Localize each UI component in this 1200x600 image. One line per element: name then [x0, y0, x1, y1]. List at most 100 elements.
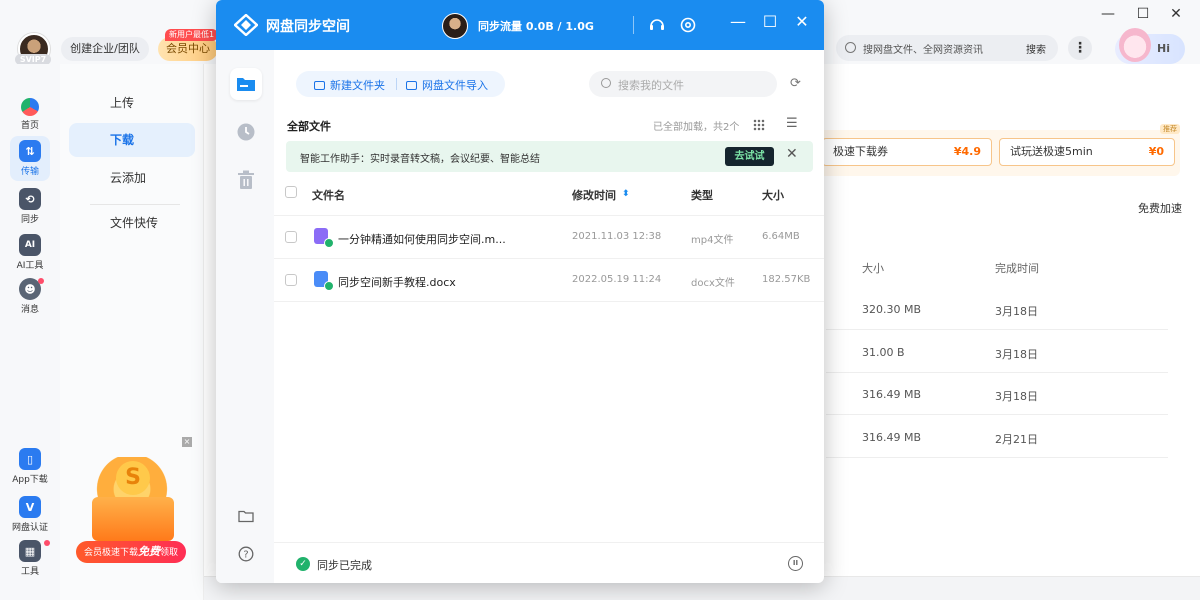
sidebar-item-label: 首页: [20, 121, 39, 131]
import-label: 网盘文件导入: [422, 79, 488, 92]
dialog-sidebar: ?: [216, 50, 274, 583]
promo-claim-button[interactable]: 会员极速下载免费领取: [76, 541, 186, 563]
free-accelerate-link[interactable]: 免费加速: [1138, 200, 1182, 216]
select-all-checkbox[interactable]: [285, 186, 297, 198]
close-button[interactable]: ✕: [791, 12, 813, 31]
synced-check-icon: [324, 238, 334, 248]
grid-view-icon[interactable]: [753, 119, 765, 131]
new-folder-label: 新建文件夹: [330, 79, 385, 92]
transfer-icon: ⇅: [19, 140, 41, 162]
recent-clock-icon[interactable]: [230, 116, 262, 148]
try-button[interactable]: 去试试: [725, 147, 774, 166]
search-icon: [601, 78, 611, 88]
sort-down-icon[interactable]: ⬍: [622, 189, 630, 199]
refresh-icon[interactable]: ⟳: [790, 76, 801, 91]
folder-icon[interactable]: [230, 500, 262, 532]
column-filename[interactable]: 文件名: [312, 187, 345, 203]
search-button[interactable]: 搜索: [1026, 41, 1046, 56]
subnav-quick-transfer[interactable]: 文件快传: [69, 206, 195, 240]
assistant-button[interactable]: Hi: [1115, 28, 1185, 64]
coupon-price: ¥0: [1148, 145, 1164, 158]
divider: [633, 16, 634, 34]
sync-logo-icon: [234, 14, 258, 36]
sidebar-item-ai[interactable]: AI AI工具: [10, 234, 50, 271]
coupon-bar: 极速下载券 ¥4.9 试玩送极速5min ¥0: [818, 130, 1180, 176]
pause-icon[interactable]: II: [788, 556, 803, 571]
file-type: docx文件: [691, 278, 735, 289]
sidebar-item-message[interactable]: ☻ 消息: [10, 278, 50, 315]
banner-close-icon[interactable]: ✕: [786, 146, 798, 162]
sidebar-item-label: AI工具: [16, 261, 44, 271]
new-user-tag: 新用户最低1: [165, 29, 219, 41]
subnav-cloud-add[interactable]: 云添加: [69, 161, 195, 195]
maximize-button[interactable]: ☐: [1133, 6, 1153, 22]
file-row[interactable]: 同步空间新手教程.docx 2022.05.19 11:24 docx文件 18…: [274, 259, 824, 302]
sort-icon[interactable]: ☰: [786, 116, 798, 131]
promo-cta-suffix: 领取: [160, 548, 179, 558]
headset-icon[interactable]: [648, 16, 666, 34]
promo-cta-prefix: 会员极速下载: [83, 548, 138, 558]
coupon-fast-download[interactable]: 极速下载券 ¥4.9: [822, 138, 992, 166]
coupon-trial[interactable]: 试玩送极速5min ¥0: [999, 138, 1175, 166]
file-row[interactable]: 一分钟精通如何使用同步空间.m... 2021.11.03 12:38 mp4文…: [274, 216, 824, 259]
row-checkbox[interactable]: [285, 274, 297, 286]
create-team-button[interactable]: 创建企业/团队: [61, 37, 149, 61]
assistant-banner: 智能工作助手：实时录音转文稿，会议纪要、智能总结 去试试 ✕: [286, 141, 813, 172]
file-search-input[interactable]: 搜索我的文件: [589, 71, 777, 97]
row-size: 31.00 B: [862, 346, 905, 359]
import-icon: [406, 81, 417, 90]
row-size: 316.49 MB: [862, 431, 922, 444]
import-button[interactable]: 网盘文件导入: [406, 77, 488, 93]
coupon-label: 试玩送极速5min: [1010, 145, 1093, 158]
subnav-download[interactable]: 下载: [69, 123, 195, 157]
sidebar-item-verify[interactable]: V 网盘认证: [10, 496, 50, 533]
sync-icon: ⟲: [19, 188, 41, 210]
recommend-tag: 推荐: [1160, 124, 1180, 134]
table-row[interactable]: 31.00 B 3月18日: [826, 330, 1168, 373]
column-type[interactable]: 类型: [691, 187, 713, 203]
avatar[interactable]: [442, 13, 468, 39]
row-date: 3月18日: [995, 348, 1038, 361]
all-files-icon[interactable]: [230, 68, 262, 100]
row-size: 320.30 MB: [862, 303, 922, 316]
sidebar-item-home[interactable]: 首页: [10, 98, 50, 131]
file-time: 2021.11.03 12:38: [572, 231, 662, 242]
new-folder-button[interactable]: 新建文件夹: [314, 77, 385, 93]
more-icon[interactable]: ⋮: [1068, 36, 1092, 60]
table-row[interactable]: 320.30 MB 3月18日: [826, 287, 1168, 330]
column-size: 大小: [862, 262, 884, 275]
maximize-button[interactable]: ☐: [759, 12, 781, 31]
column-size[interactable]: 大小: [762, 187, 784, 203]
help-icon[interactable]: ?: [230, 538, 262, 570]
sidebar-item-tools[interactable]: ▦ 工具: [10, 540, 50, 577]
phone-icon: ▯: [19, 448, 41, 470]
close-button[interactable]: ✕: [1166, 6, 1186, 22]
table-row[interactable]: 316.49 MB 3月18日: [826, 372, 1168, 415]
sync-space-dialog: 网盘同步空间 同步流量 0.0B / 1.0G — ☐ ✕ ? 新建文件夹 网盘…: [216, 0, 824, 583]
trash-icon[interactable]: [230, 164, 262, 196]
search-icon: [845, 42, 856, 53]
row-date: 3月18日: [995, 305, 1038, 318]
target-icon[interactable]: [679, 16, 697, 34]
promo-card[interactable]: × S 会员极速下载免费领取: [74, 437, 192, 567]
minimize-button[interactable]: —: [1098, 6, 1118, 22]
sidebar-item-label: 工具: [20, 567, 39, 577]
global-search-input[interactable]: 搜网盘文件、全网资源资讯 搜索: [836, 35, 1058, 61]
table-row[interactable]: 316.49 MB 2月21日: [826, 415, 1168, 458]
minimize-button[interactable]: —: [727, 12, 749, 31]
breadcrumb[interactable]: 全部文件: [287, 118, 331, 134]
sidebar-item-app-download[interactable]: ▯ App下载: [10, 448, 50, 485]
promo-cta-bold: 免费: [138, 545, 160, 558]
home-icon: [21, 98, 39, 116]
column-modified[interactable]: 修改时间: [572, 187, 616, 203]
sidebar-item-transfer[interactable]: ⇅ 传输: [10, 136, 50, 181]
sidebar-item-label: 传输: [20, 167, 39, 177]
column-finish-time: 完成时间: [995, 262, 1039, 275]
banner-text: 智能工作助手：实时录音转文稿，会议纪要、智能总结: [300, 154, 540, 165]
sidebar-item-sync[interactable]: ⟲ 同步: [10, 188, 50, 225]
file-size: 182.57KB: [762, 274, 811, 285]
close-icon[interactable]: ×: [182, 437, 192, 447]
subnav-upload[interactable]: 上传: [69, 86, 195, 120]
row-checkbox[interactable]: [285, 231, 297, 243]
notification-dot: [38, 278, 44, 284]
